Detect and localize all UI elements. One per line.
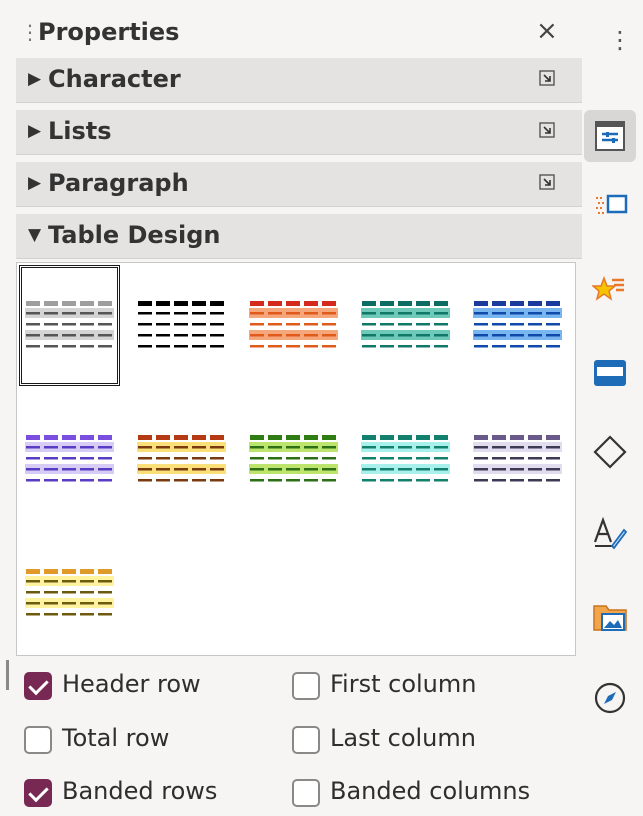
table-style-item[interactable] bbox=[137, 405, 226, 514]
section-character[interactable]: ▶ Character bbox=[16, 58, 582, 103]
tab-page[interactable] bbox=[584, 180, 636, 232]
table-style-item[interactable] bbox=[137, 271, 226, 380]
table-style-preview bbox=[25, 435, 114, 482]
more-options-icon[interactable] bbox=[539, 70, 555, 86]
table-style-item[interactable] bbox=[361, 405, 450, 514]
table-style-preview bbox=[137, 301, 226, 348]
table-style-preview bbox=[361, 301, 450, 348]
expand-arrow-icon: ▶ bbox=[28, 121, 42, 141]
tab-shapes[interactable] bbox=[584, 426, 636, 478]
page-icon bbox=[596, 194, 628, 214]
table-style-preview bbox=[473, 435, 562, 482]
checkbox-label: Header row bbox=[62, 670, 201, 698]
table-style-item[interactable] bbox=[249, 271, 338, 380]
tab-manage-changes[interactable] bbox=[584, 508, 636, 560]
checkbox[interactable] bbox=[292, 672, 320, 700]
panel-titlebar: ⋮ Properties × bbox=[10, 8, 576, 58]
tab-design[interactable] bbox=[584, 590, 636, 642]
shapes-icon bbox=[593, 435, 627, 469]
resize-sash[interactable] bbox=[6, 660, 9, 690]
table-style-preview bbox=[249, 301, 338, 348]
checkbox[interactable] bbox=[24, 726, 52, 754]
checkbox-label: Last column bbox=[330, 724, 476, 752]
close-icon[interactable]: × bbox=[536, 16, 558, 46]
sidebar-tab-bar: ⋮ bbox=[578, 0, 643, 816]
section-label: Table Design bbox=[48, 221, 221, 249]
table-style-preview bbox=[137, 435, 226, 482]
more-options-icon[interactable] bbox=[539, 174, 555, 190]
checkbox-label: Total row bbox=[62, 724, 170, 752]
table-style-item[interactable] bbox=[473, 271, 562, 380]
checkbox[interactable] bbox=[24, 672, 52, 700]
checkbox-label: Banded columns bbox=[330, 777, 531, 805]
sidebar-menu-icon[interactable]: ⋮ bbox=[608, 26, 632, 54]
tab-styles[interactable] bbox=[584, 264, 636, 316]
checkbox-label: First column bbox=[330, 670, 477, 698]
more-options-icon[interactable] bbox=[539, 122, 555, 138]
section-label: Paragraph bbox=[48, 169, 189, 197]
section-paragraph[interactable]: ▶ Paragraph bbox=[16, 162, 582, 207]
table-style-preview bbox=[361, 435, 450, 482]
grip-handle-icon[interactable]: ⋮ bbox=[20, 22, 40, 42]
table-style-preview bbox=[25, 569, 114, 616]
table-style-item[interactable] bbox=[25, 405, 114, 514]
checkbox[interactable] bbox=[24, 779, 52, 807]
navigator-icon bbox=[594, 682, 626, 714]
checkbox-label: Banded rows bbox=[62, 777, 218, 805]
manage-changes-icon bbox=[593, 516, 628, 550]
table-style-item[interactable] bbox=[19, 265, 120, 386]
section-label: Lists bbox=[48, 117, 112, 145]
expand-arrow-icon: ▶ bbox=[28, 173, 42, 193]
section-label: Character bbox=[48, 65, 181, 93]
section-lists[interactable]: ▶ Lists bbox=[16, 110, 582, 155]
table-style-item[interactable] bbox=[473, 405, 562, 514]
collapse-arrow-icon: ▼ bbox=[28, 225, 42, 245]
table-style-item[interactable] bbox=[25, 539, 114, 648]
table-style-preview bbox=[249, 435, 338, 482]
tab-gallery[interactable] bbox=[584, 346, 636, 398]
checkbox[interactable] bbox=[292, 726, 320, 754]
table-styles-gallery bbox=[16, 262, 576, 656]
table-style-item[interactable] bbox=[361, 271, 450, 380]
tab-navigator[interactable] bbox=[584, 672, 636, 724]
expand-arrow-icon: ▶ bbox=[28, 69, 42, 89]
checkbox[interactable] bbox=[292, 779, 320, 807]
section-table-design[interactable]: ▼ Table Design bbox=[16, 214, 582, 259]
gallery-icon bbox=[594, 360, 626, 386]
tab-properties[interactable] bbox=[584, 110, 636, 162]
table-style-preview bbox=[473, 301, 562, 348]
table-style-item[interactable] bbox=[249, 405, 338, 514]
panel-title: Properties bbox=[38, 18, 180, 46]
design-icon bbox=[593, 605, 627, 631]
properties-icon bbox=[595, 121, 625, 151]
table-style-preview bbox=[25, 301, 114, 348]
styles-icon bbox=[592, 275, 624, 301]
